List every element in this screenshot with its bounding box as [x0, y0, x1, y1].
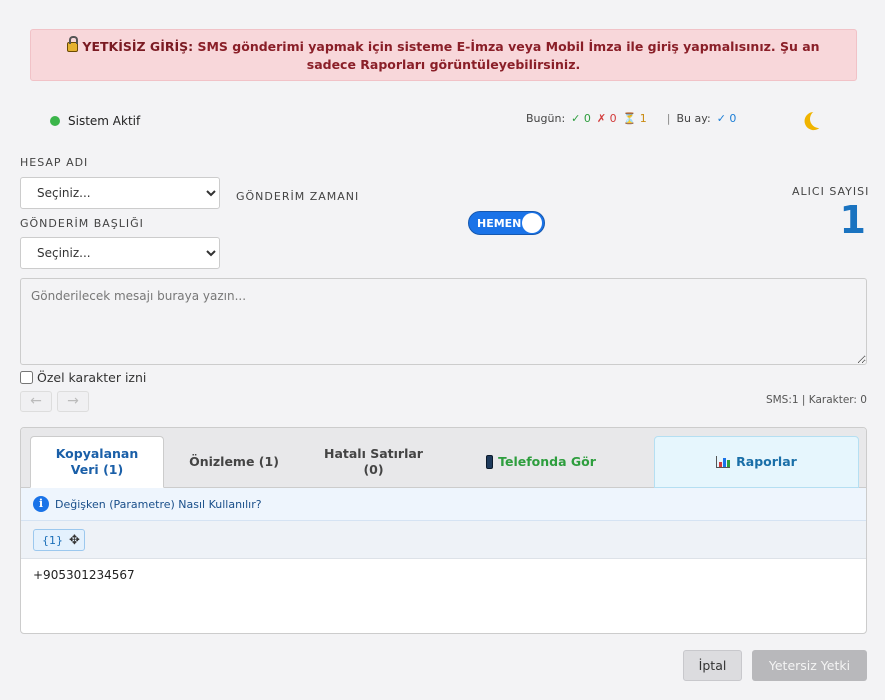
move-icon: ✥ [69, 532, 80, 548]
today-ok-count: ✓ 0 [571, 111, 591, 125]
status-label: Sistem Aktif [68, 114, 141, 128]
special-chars-option[interactable]: Özel karakter izni [20, 370, 146, 385]
tab-preview[interactable]: Önizleme (1) [169, 436, 299, 488]
account-select[interactable]: Seçiniz... [20, 177, 220, 209]
parameter-chip-label: {1} [42, 533, 63, 547]
today-label: Bugün: [526, 111, 566, 125]
cancel-button[interactable]: İptal [683, 650, 742, 681]
recipient-count: 1 [839, 198, 866, 242]
tab-phone-preview[interactable]: Telefonda Gör [461, 436, 621, 488]
stats-separator: | [666, 111, 671, 125]
tab-copied-data[interactable]: Kopyalanan Veri (1) [30, 436, 164, 488]
redo-button[interactable]: → [57, 391, 89, 412]
tab-bar: Kopyalanan Veri (1) Önizleme (1) Hatalı … [21, 428, 866, 488]
unauthorized-alert: YETKİSİZ GİRİŞ: SMS gönderimi yapmak içi… [30, 29, 857, 81]
stats-bar: Bugün: ✓ 0 ✗ 0 ⏳ 1 | Bu ay: ✓ 0 [526, 110, 742, 126]
month-label: Bu ay: [676, 111, 711, 125]
today-wait-count: ⏳ 1 [622, 111, 647, 125]
tab-phone-preview-label: Telefonda Gör [498, 454, 596, 469]
alert-title: YETKİSİZ GİRİŞ: [82, 39, 194, 54]
data-panel: Kopyalanan Veri (1) Önizleme (1) Hatalı … [20, 427, 867, 634]
lock-icon [67, 36, 79, 52]
info-icon: i [33, 496, 49, 512]
message-textarea[interactable] [20, 278, 867, 365]
send-time-label: GÖNDERİM ZAMANI [236, 190, 360, 203]
tab-reports-label: Raporlar [736, 454, 797, 469]
alert-message: SMS gönderimi yapmak için sisteme E-İmza… [197, 39, 820, 72]
status-dot-icon [50, 116, 60, 126]
undo-button[interactable]: ← [20, 391, 52, 412]
toggle-label: HEMEN [477, 217, 522, 230]
today-fail-count: ✗ 0 [596, 111, 617, 125]
send-now-toggle[interactable]: HEMEN [468, 211, 545, 235]
account-label: HESAP ADI [20, 156, 89, 169]
tab-error-rows-label: Hatalı Satırlar (0) [324, 446, 423, 477]
bar-chart-icon [716, 456, 731, 468]
submit-button[interactable]: Yetersiz Yetki [752, 650, 867, 681]
toggle-knob [522, 213, 542, 233]
phone-icon [486, 455, 494, 469]
dark-mode-moon-icon[interactable] [809, 109, 830, 130]
list-item: +905301234567 [33, 568, 135, 582]
system-status: Sistem Aktif [50, 114, 140, 128]
sender-title-label: GÖNDERİM BAŞLIĞI [20, 217, 144, 230]
parameter-chip[interactable]: {1} ✥ [33, 529, 85, 551]
month-ok-count: ✓ 0 [716, 111, 737, 125]
tab-error-rows[interactable]: Hatalı Satırlar (0) [306, 436, 441, 488]
tab-reports[interactable]: Raporlar [654, 436, 859, 488]
sender-title-select[interactable]: Seçiniz... [20, 237, 220, 269]
parameter-help-bar[interactable]: i Değişken (Parametre) Nasıl Kullanılır? [21, 488, 866, 521]
recipient-count-label: ALICI SAYISI [792, 185, 870, 198]
tab-preview-label: Önizleme (1) [189, 454, 279, 469]
parameter-bar: {1} ✥ [21, 521, 866, 559]
tab-copied-data-label: Kopyalanan Veri (1) [55, 446, 139, 477]
parameter-help-text: Değişken (Parametre) Nasıl Kullanılır? [55, 497, 262, 511]
sms-char-info: SMS:1 | Karakter: 0 [765, 394, 867, 406]
special-chars-checkbox[interactable] [20, 371, 33, 384]
special-chars-label: Özel karakter izni [37, 370, 147, 385]
